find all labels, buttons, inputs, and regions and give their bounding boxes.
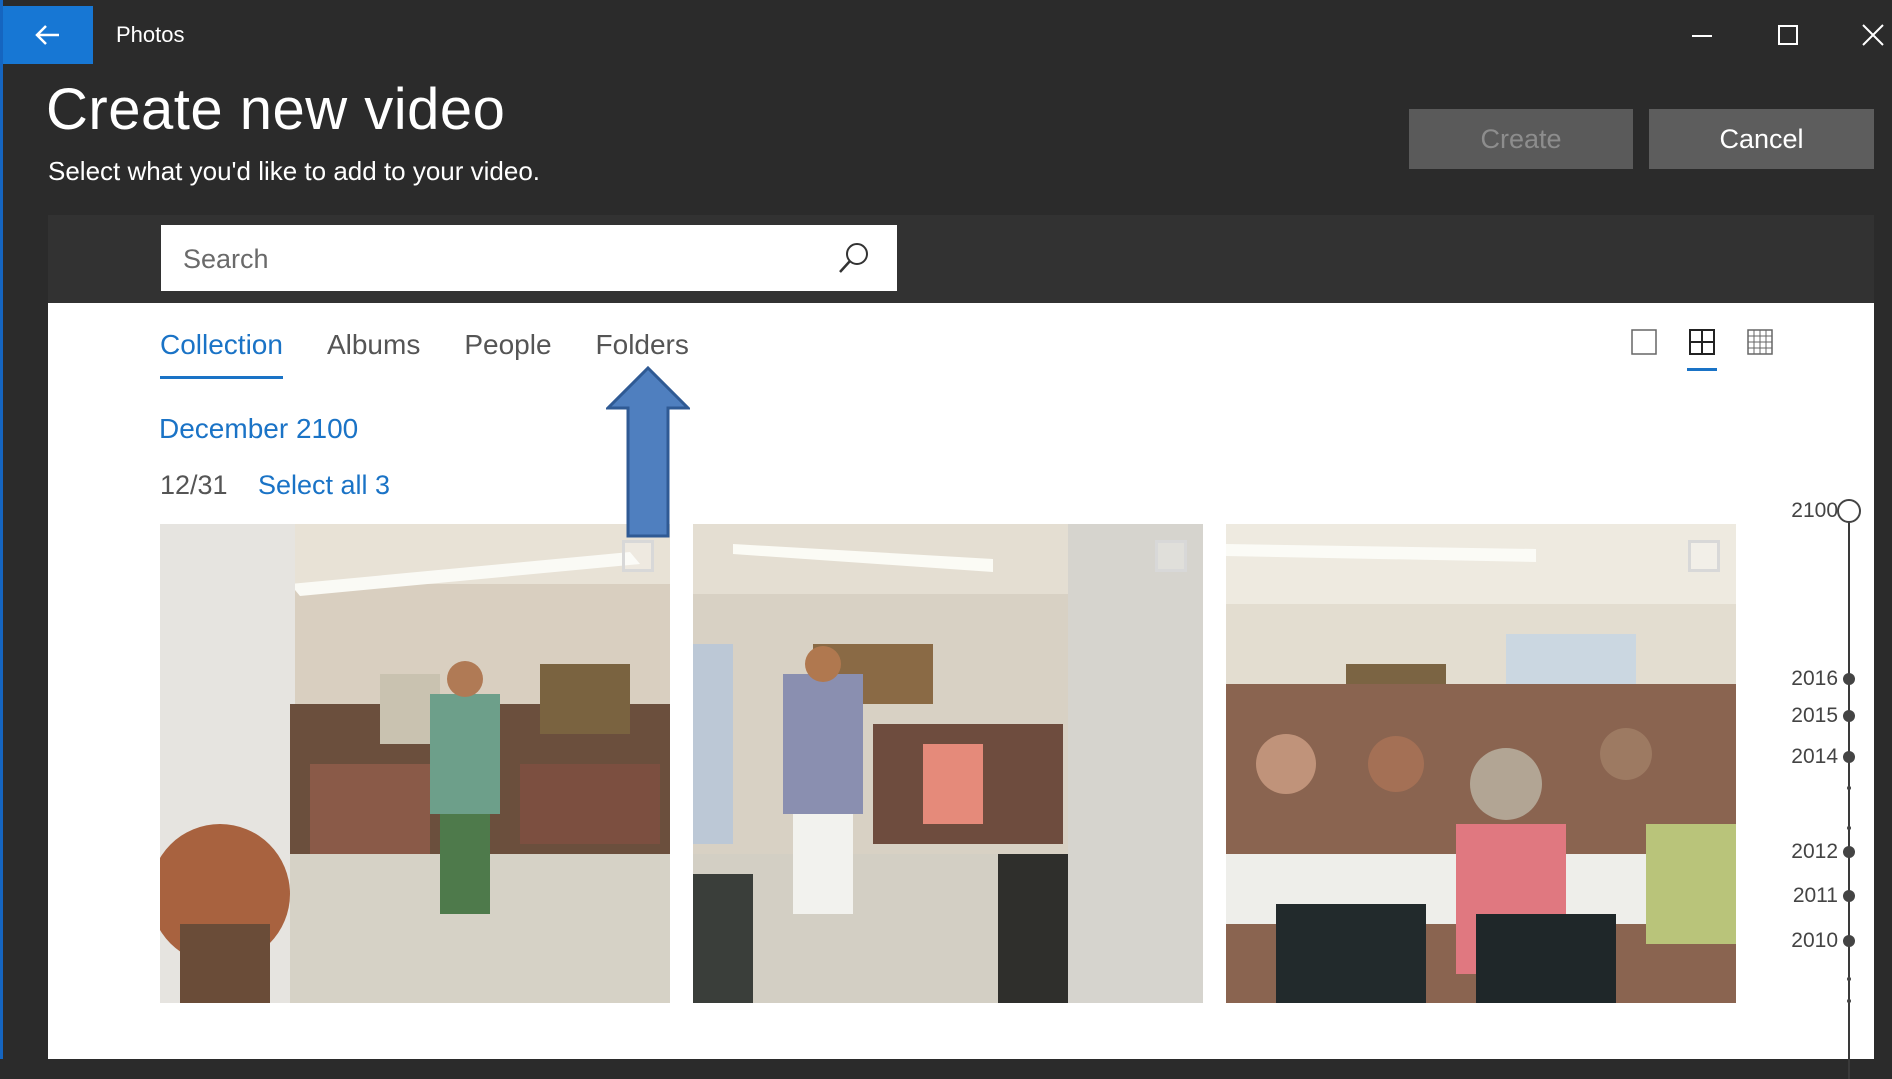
app-title: Photos <box>116 22 185 47</box>
back-arrow-icon <box>35 25 59 45</box>
photo-image <box>160 524 670 1003</box>
annotation-arrow-icon <box>606 366 690 538</box>
window-edge <box>0 0 3 1059</box>
photos-window: Photos Create new video Select what you'… <box>0 0 1892 1079</box>
timeline-year[interactable]: 2011 <box>1793 884 1838 908</box>
timeline-year[interactable]: 2014 <box>1791 745 1838 769</box>
timeline-current-marker <box>1837 499 1861 523</box>
minimize-icon <box>1692 35 1712 37</box>
tab-collection[interactable]: Collection <box>160 329 283 379</box>
maximize-button[interactable] <box>1758 12 1818 58</box>
timeline-tick <box>1847 977 1851 981</box>
maximize-icon <box>1778 25 1798 45</box>
cancel-button[interactable]: Cancel <box>1649 109 1874 169</box>
timeline-dot <box>1843 846 1855 858</box>
minimize-button[interactable] <box>1672 12 1732 58</box>
close-button[interactable] <box>1843 12 1892 58</box>
search-bar-area <box>48 215 1874 303</box>
title-bar: Photos <box>0 6 1892 64</box>
search-input[interactable] <box>181 225 825 293</box>
page-title: Create new video <box>46 77 506 142</box>
timeline-tick <box>1847 826 1851 830</box>
create-button[interactable]: Create <box>1409 109 1633 169</box>
timeline-year[interactable]: 2100 <box>1791 499 1838 523</box>
timeline-dot <box>1843 673 1855 685</box>
timeline-dot <box>1843 751 1855 763</box>
medium-grid-button[interactable] <box>1673 329 1731 375</box>
timeline-dot <box>1843 890 1855 902</box>
select-all-link[interactable]: Select all 3 <box>258 470 390 501</box>
photo-party-crowd-tables[interactable] <box>1226 524 1736 1003</box>
timeline-dot <box>1843 935 1855 947</box>
single-view-icon <box>1631 329 1657 355</box>
single-view-button[interactable] <box>1615 329 1673 375</box>
view-size-options <box>1615 329 1789 375</box>
search-icon[interactable] <box>837 241 871 275</box>
timeline-track <box>1848 519 1850 1079</box>
photo-select-checkbox[interactable] <box>1688 540 1720 572</box>
timeline-year[interactable]: 2015 <box>1791 704 1838 728</box>
photo-image <box>1226 524 1736 1003</box>
photo-select-checkbox[interactable] <box>622 540 654 572</box>
timeline-tick <box>1847 999 1851 1003</box>
date-heading: 12/31 <box>160 470 228 500</box>
small-grid-icon <box>1747 329 1773 355</box>
back-button[interactable] <box>3 6 93 64</box>
timeline-year[interactable]: 2012 <box>1791 840 1838 864</box>
search-box[interactable] <box>161 225 897 293</box>
timeline-dot <box>1843 710 1855 722</box>
photo-image <box>693 524 1203 1003</box>
close-icon <box>1862 24 1884 46</box>
timeline-tick <box>1847 786 1851 790</box>
month-heading: December 2100 <box>159 413 359 444</box>
picker-panel: Collection Albums People Folders Decembe… <box>48 215 1874 1079</box>
timeline-year[interactable]: 2016 <box>1791 667 1838 691</box>
photo-party-woman-white-pants[interactable] <box>693 524 1203 1003</box>
tab-people[interactable]: People <box>464 329 551 379</box>
photo-select-checkbox[interactable] <box>1155 540 1187 572</box>
tab-albums[interactable]: Albums <box>327 329 420 379</box>
timeline-year[interactable]: 2010 <box>1791 929 1838 953</box>
medium-grid-icon <box>1689 329 1715 355</box>
photo-party-woman-green[interactable] <box>160 524 670 1003</box>
small-grid-button[interactable] <box>1731 329 1789 375</box>
page-subtitle: Select what you'd like to add to your vi… <box>48 156 541 186</box>
year-timeline[interactable]: 2100 2016 2015 2014 2012 2011 2010 <box>1791 499 1874 1079</box>
